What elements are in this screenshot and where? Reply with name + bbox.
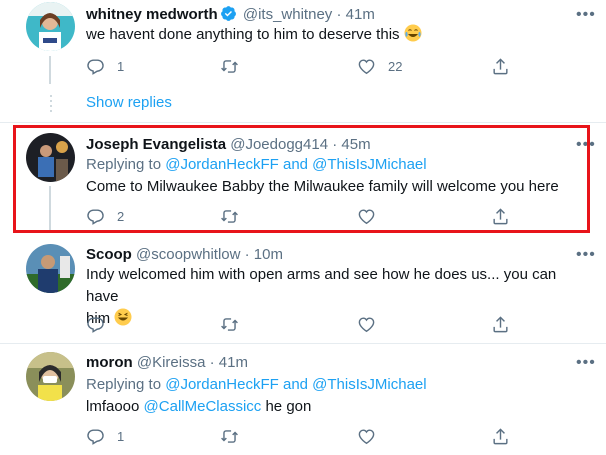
separator: · bbox=[332, 136, 338, 153]
tweet-actions: 2 bbox=[86, 205, 556, 227]
tweet-text: Come to Milwaukee Babby the Milwaukee fa… bbox=[86, 178, 559, 195]
retweet-button[interactable] bbox=[220, 425, 239, 447]
tweet-text: we havent done anything to him to deserv… bbox=[86, 24, 422, 46]
reply-icon bbox=[87, 428, 104, 445]
retweet-icon bbox=[221, 209, 238, 223]
share-button[interactable] bbox=[491, 205, 510, 227]
tweet-header: Joseph Evangelista @Joedogg414 · 45m bbox=[86, 135, 371, 155]
thread-dots bbox=[50, 95, 52, 115]
tweet-text-suffix: he gon bbox=[265, 398, 312, 415]
laughing-tears-emoji-icon bbox=[404, 24, 422, 42]
handle[interactable]: @its_whitney bbox=[243, 6, 332, 23]
replying-to-link[interactable]: @JordanHeckFF and @ThisIsJMichael bbox=[165, 156, 426, 173]
separator: · bbox=[209, 354, 215, 371]
tweet-scoop[interactable]: Scoop @scoopwhitlow · 10m ••• Indy welco… bbox=[0, 236, 606, 344]
tweet-header: whitney medworth @its_whitney · 41m bbox=[86, 5, 375, 25]
more-options-icon[interactable]: ••• bbox=[576, 7, 596, 23]
more-options-icon[interactable]: ••• bbox=[576, 247, 596, 263]
handle[interactable]: @Kireissa bbox=[137, 354, 206, 371]
avatar[interactable] bbox=[26, 352, 75, 401]
tweet-header: moron @Kireissa · 41m bbox=[86, 353, 248, 373]
replying-to-link[interactable]: @JordanHeckFF and @ThisIsJMichael bbox=[165, 376, 426, 393]
heart-icon bbox=[358, 58, 375, 74]
tweet-actions: 1 bbox=[86, 425, 556, 447]
mention-link[interactable]: @CallMeClassicc bbox=[144, 398, 262, 415]
tweet-text-prefix: lmfaooo bbox=[86, 398, 140, 415]
separator: · bbox=[336, 6, 342, 23]
thread-line bbox=[49, 56, 51, 84]
tweet-text: lmfaooo @CallMeClassicc he gon bbox=[86, 396, 311, 418]
retweet-button[interactable] bbox=[220, 313, 239, 335]
like-button[interactable] bbox=[357, 313, 376, 335]
heart-icon bbox=[358, 208, 375, 224]
reply-icon bbox=[87, 316, 104, 333]
share-button[interactable] bbox=[491, 55, 510, 77]
avatar[interactable] bbox=[26, 244, 75, 293]
display-name[interactable]: moron bbox=[86, 354, 133, 371]
like-count: 22 bbox=[388, 58, 403, 74]
handle[interactable]: @scoopwhitlow bbox=[136, 246, 240, 263]
share-button[interactable] bbox=[491, 425, 510, 447]
more-options-icon[interactable]: ••• bbox=[576, 355, 596, 371]
tweet-moron[interactable]: moron @Kireissa · 41m ••• Replying to @J… bbox=[0, 344, 606, 455]
reply-icon bbox=[87, 58, 104, 75]
reply-count: 2 bbox=[117, 208, 125, 224]
retweet-icon bbox=[221, 429, 238, 443]
replying-prefix: Replying to bbox=[86, 156, 162, 173]
reply-button[interactable]: 1 bbox=[86, 55, 124, 77]
reply-count: 1 bbox=[117, 428, 125, 444]
replying-to: Replying to @JordanHeckFF and @ThisIsJMi… bbox=[86, 375, 427, 395]
tweet-joseph[interactable]: Joseph Evangelista @Joedogg414 · 45m •••… bbox=[0, 123, 606, 235]
share-icon bbox=[493, 57, 508, 74]
timestamp[interactable]: 45m bbox=[341, 136, 370, 153]
reply-count: 1 bbox=[117, 58, 125, 74]
retweet-icon bbox=[221, 59, 238, 73]
handle[interactable]: @Joedogg414 bbox=[230, 136, 328, 153]
display-name[interactable]: Joseph Evangelista bbox=[86, 136, 226, 153]
timestamp[interactable]: 10m bbox=[254, 246, 283, 263]
reply-button[interactable]: 2 bbox=[86, 205, 124, 227]
tweet-actions bbox=[86, 313, 556, 335]
retweet-button[interactable] bbox=[220, 205, 239, 227]
replying-prefix: Replying to bbox=[86, 376, 162, 393]
share-button[interactable] bbox=[491, 313, 510, 335]
tweet-header: Scoop @scoopwhitlow · 10m bbox=[86, 245, 283, 265]
reply-icon bbox=[87, 208, 104, 225]
more-options-icon[interactable]: ••• bbox=[576, 137, 596, 153]
heart-icon bbox=[358, 316, 375, 332]
avatar[interactable] bbox=[26, 2, 75, 51]
retweet-button[interactable] bbox=[220, 55, 239, 77]
like-button[interactable] bbox=[357, 425, 376, 447]
show-replies-link[interactable]: Show replies bbox=[86, 94, 172, 111]
like-button[interactable]: 22 bbox=[357, 55, 402, 77]
retweet-icon bbox=[221, 317, 238, 331]
avatar[interactable] bbox=[26, 133, 75, 182]
display-name[interactable]: whitney medworth bbox=[86, 6, 218, 23]
tweet-whitney[interactable]: whitney medworth @its_whitney · 41m ••• … bbox=[0, 0, 606, 122]
separator: · bbox=[244, 246, 250, 263]
tweet-text-content: we havent done anything to him to deserv… bbox=[86, 26, 400, 43]
share-icon bbox=[493, 427, 508, 444]
display-name[interactable]: Scoop bbox=[86, 246, 132, 263]
replying-to: Replying to @JordanHeckFF and @ThisIsJMi… bbox=[86, 155, 427, 175]
tweet-text-line1: Indy welcomed him with open arms and see… bbox=[86, 266, 557, 305]
tweet-actions: 1 22 bbox=[86, 55, 556, 77]
share-icon bbox=[493, 315, 508, 332]
reply-button[interactable] bbox=[86, 313, 105, 335]
reply-button[interactable]: 1 bbox=[86, 425, 124, 447]
share-icon bbox=[493, 207, 508, 224]
timestamp[interactable]: 41m bbox=[346, 6, 375, 23]
verified-badge-icon bbox=[220, 6, 236, 21]
timestamp[interactable]: 41m bbox=[219, 354, 248, 371]
like-button[interactable] bbox=[357, 205, 376, 227]
thread-line bbox=[49, 186, 51, 232]
heart-icon bbox=[358, 428, 375, 444]
